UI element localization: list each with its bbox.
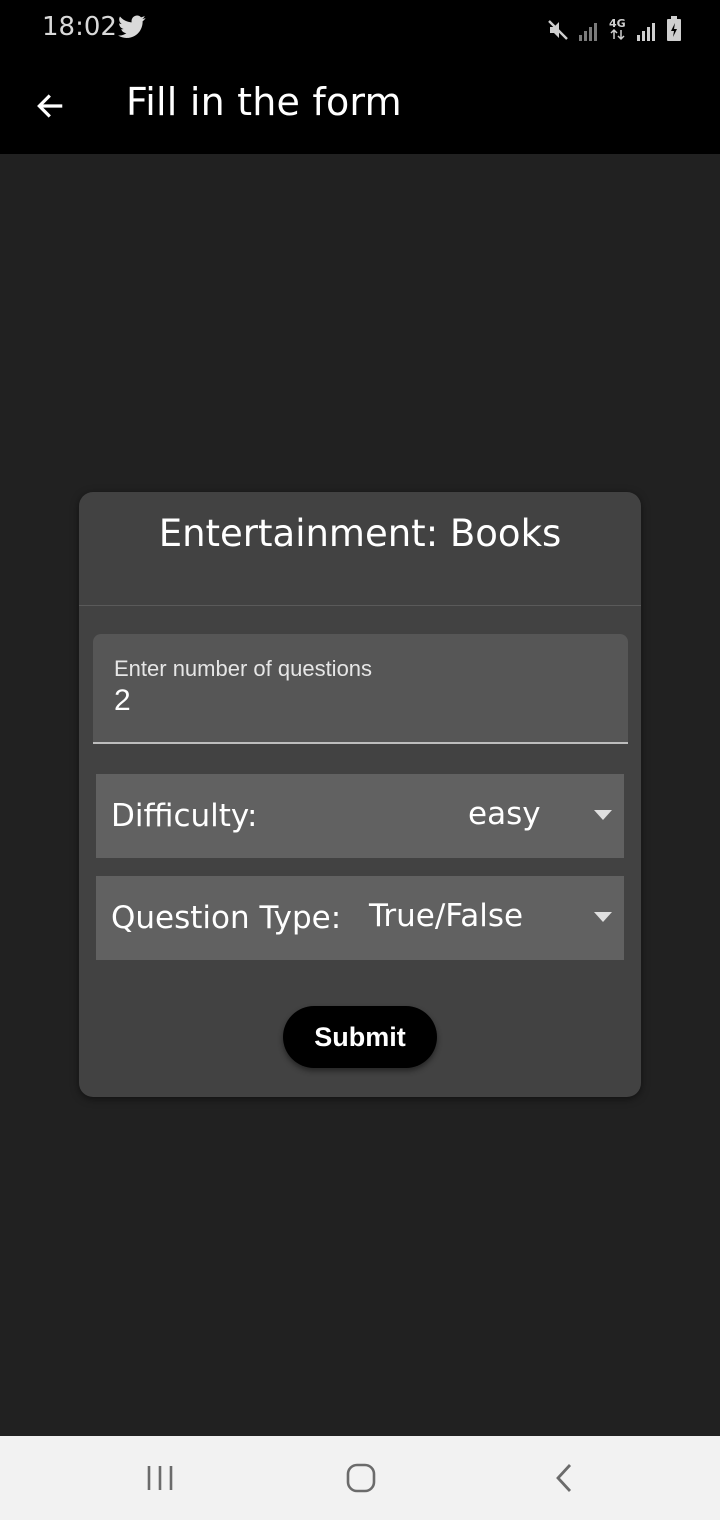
home-button[interactable] xyxy=(341,1458,381,1498)
difficulty-value[interactable]: easy xyxy=(468,796,541,832)
signal-icon xyxy=(578,20,600,42)
twitter-icon xyxy=(118,14,146,40)
difficulty-label: Difficulty: xyxy=(111,798,258,834)
form-card: Entertainment: Books Enter number of que… xyxy=(79,492,641,1097)
system-nav-bar xyxy=(0,1436,720,1520)
difficulty-select[interactable]: Difficulty: easy xyxy=(96,774,624,858)
status-icons: 4G xyxy=(546,14,682,42)
submit-button[interactable]: Submit xyxy=(283,1006,437,1068)
recents-button[interactable] xyxy=(140,1458,180,1498)
back-button[interactable] xyxy=(28,84,72,128)
nav-back-button[interactable] xyxy=(544,1458,584,1498)
app-bar: Fill in the form xyxy=(0,56,720,154)
svg-text:4G: 4G xyxy=(609,17,626,30)
recents-icon xyxy=(147,1466,173,1490)
signal-icon xyxy=(636,20,658,42)
battery-charging-icon xyxy=(666,16,682,42)
arrow-left-icon xyxy=(37,94,63,118)
question-type-value[interactable]: True/False xyxy=(369,898,523,934)
mute-icon xyxy=(546,18,570,42)
status-time: 18:02 xyxy=(42,12,117,42)
page-title: Fill in the form xyxy=(126,80,402,124)
question-type-label: Question Type: xyxy=(111,900,342,936)
questions-count-label: Enter number of questions xyxy=(114,656,373,681)
question-type-select[interactable]: Question Type: True/False xyxy=(96,876,624,960)
category-title: Entertainment: Books xyxy=(158,512,562,555)
4g-icon: 4G xyxy=(608,16,628,42)
home-icon xyxy=(346,1463,376,1493)
questions-count-value[interactable]: 2 xyxy=(114,684,131,718)
dropdown-arrow-icon[interactable] xyxy=(594,810,612,820)
divider xyxy=(79,605,641,606)
questions-count-input[interactable]: Enter number of questions 2 xyxy=(93,634,628,744)
status-bar: 18:02 4G xyxy=(0,0,720,56)
back-icon xyxy=(556,1464,572,1492)
dropdown-arrow-icon[interactable] xyxy=(594,912,612,922)
